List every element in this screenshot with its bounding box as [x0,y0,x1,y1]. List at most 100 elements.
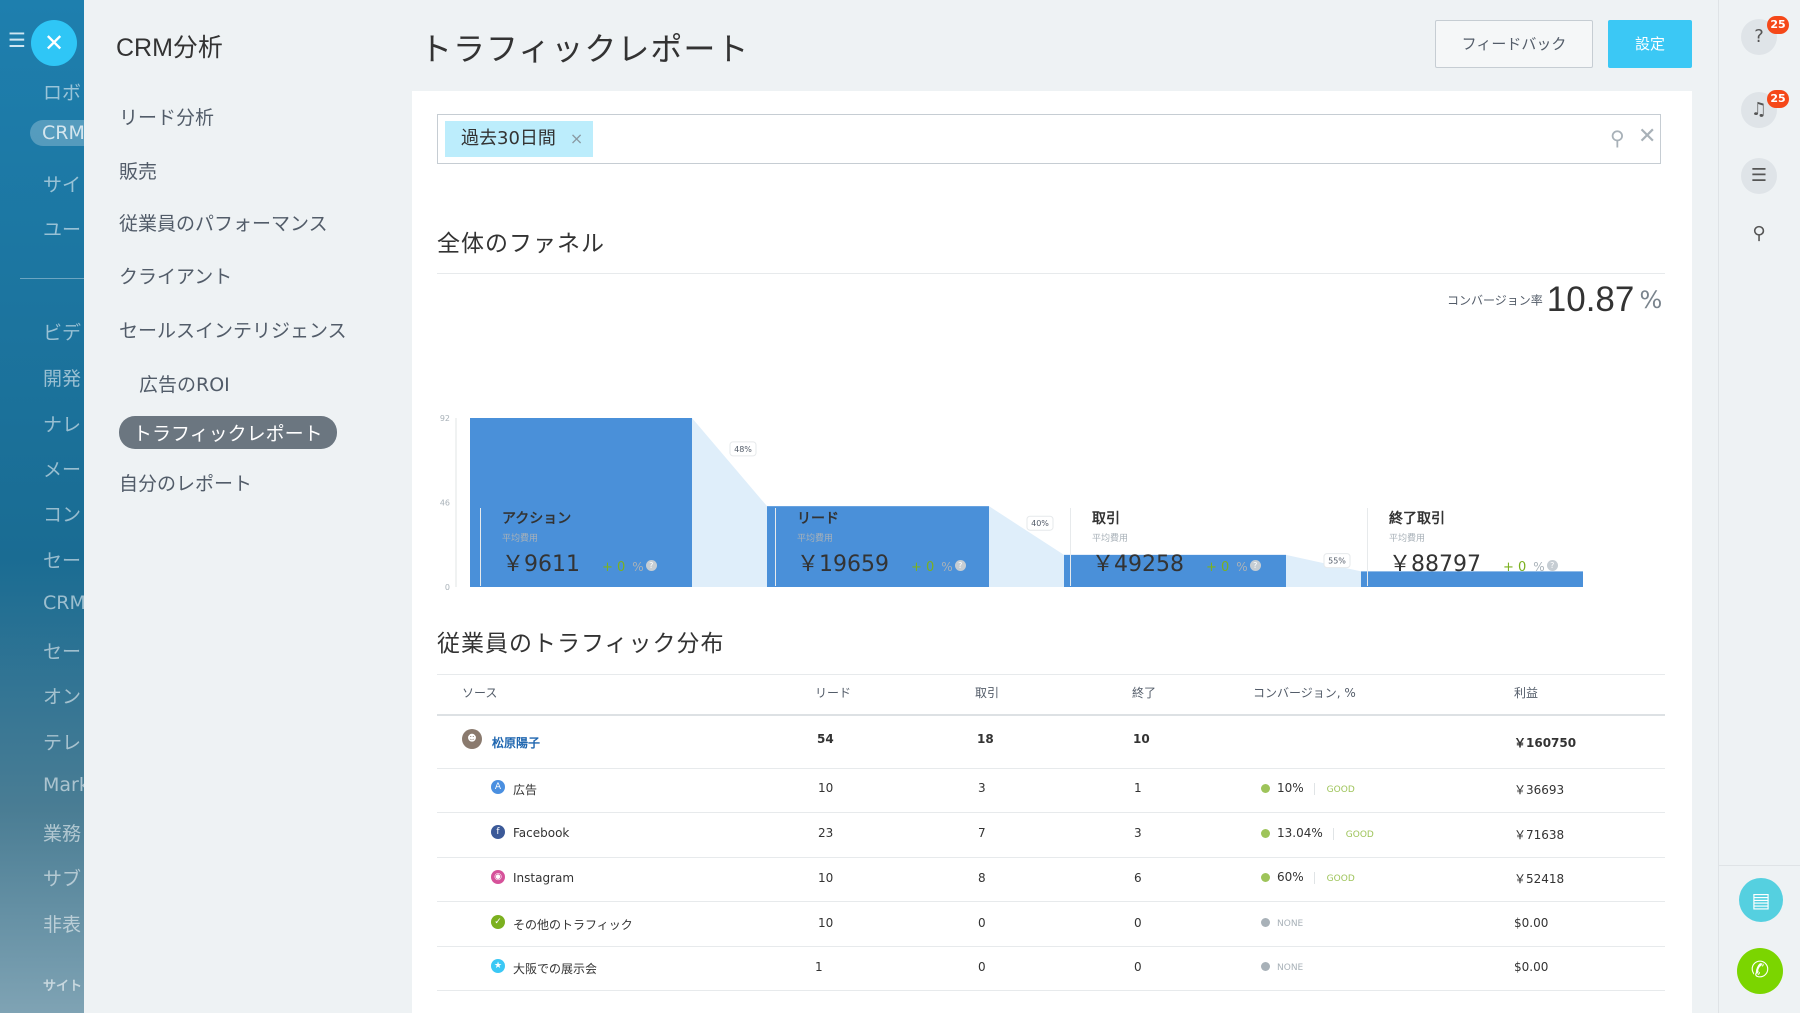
source-profit: ￥36693 [1514,783,1565,797]
source-closed: 1 [1134,781,1142,795]
menu-item-ad-roi[interactable]: 広告のROI [139,370,230,397]
source-leads: 10 [818,781,834,795]
menu-item-sales-intelligence[interactable]: セールスインテリジェンス [119,316,347,343]
stage-name: 終了取引 [1389,511,1445,527]
nav-item[interactable]: サイ [43,170,81,197]
report-panel: 過去30日間 × ⚲ ✕ 全体のファネル コンバージョン率 10.87 % 92 46… [412,91,1692,1013]
nav-item[interactable]: 業務 [43,819,81,846]
y-tick-label: 46 [440,499,450,508]
avatar: ☻ [462,729,482,749]
help-icon[interactable]: ? [1546,559,1558,571]
filter-bar[interactable]: 過去30日間 × ⚲ ✕ [437,114,1661,164]
header-leads[interactable]: リード [815,684,851,701]
chat-icon[interactable]: ☰ [1741,158,1777,194]
nav-item[interactable]: ナレ [43,410,81,437]
employee-name[interactable]: 松原陽子 [492,734,540,751]
grade-separator [1313,782,1315,795]
nav-item[interactable]: ユー [43,215,81,242]
header-conversion[interactable]: コンバージョン, % [1253,684,1356,701]
page-title: トラフィックレポート [420,30,750,68]
source-name: 大阪での展示会 [513,962,598,976]
app-navigation: ☰ ロボ CRM サイ ユー ビデ 開発 ナレ メー コン セー CRM セー … [0,0,84,1013]
help-badge: 25 [1767,16,1789,34]
nav-item[interactable]: Mark [43,774,84,796]
header-profit[interactable]: 利益 [1514,684,1538,701]
nav-item[interactable]: ビデ [43,318,81,345]
settings-button[interactable]: 設定 [1608,20,1692,68]
nav-item[interactable]: CRM [43,592,84,614]
nav-item[interactable]: セー [43,546,81,573]
grade-separator [1313,871,1315,884]
stage-amount-row: ￥19659 + 0 %? [797,546,1037,578]
facebook-icon: f [491,825,505,839]
nav-item[interactable]: メー [43,455,81,482]
menu-icon[interactable]: ☰ [8,30,28,50]
help-icon[interactable]: ? [645,559,657,571]
menu-item-sales[interactable]: 販売 [119,157,157,184]
status-dot [1261,962,1270,971]
clear-icon[interactable]: ✕ [1638,124,1656,149]
period-filter-chip[interactable]: 過去30日間 × [445,121,594,157]
ads-icon: A [491,780,505,794]
help-icon[interactable]: ? [1249,559,1261,571]
menu-item-my-reports[interactable]: 自分のレポート [119,469,252,496]
header-source[interactable]: ソース [462,684,497,701]
source-closed: 0 [1134,960,1142,974]
close-button[interactable]: ✕ [31,20,77,66]
phone-icon[interactable]: ✆ [1737,948,1783,994]
stage-amount: ￥88797 [1389,552,1481,577]
stage-amount-row: ￥49258 + 0 %? [1092,546,1332,578]
row-divider [437,990,1665,991]
employee-leads: 54 [817,732,834,746]
other-traffic-icon: ✓ [491,915,505,929]
nav-item[interactable]: サブ [43,864,81,891]
nav-item[interactable]: オン [43,682,81,709]
row-divider [437,901,1665,902]
source-leads: 23 [818,826,834,840]
header-deals[interactable]: 取引 [975,684,999,701]
funnel-title: 全体のファネル [437,231,605,257]
nav-item[interactable]: セー [43,637,81,664]
conversion-value: 13.04% [1277,826,1323,840]
menu-item-employee-performance[interactable]: 従業員のパフォーマンス [119,209,328,236]
stage-divider [1070,508,1071,586]
help-icon[interactable]: ? [954,559,966,571]
nav-item[interactable]: 非表 [43,910,81,937]
grade-badge: NONE [1277,963,1304,973]
nav-item[interactable]: ロボ [43,78,81,105]
nav-item[interactable]: コン [43,500,81,527]
search-icon[interactable]: ⚲ [1610,126,1625,150]
stage-summary-leads: リード 平均費用 ￥19659 + 0 %? [797,508,1037,578]
stage-divider [775,508,776,586]
menu-item-lead-analytics[interactable]: リード分析 [119,103,214,130]
employee-profit: ￥160750 [1514,736,1577,750]
nav-site-label[interactable]: サイト [43,975,82,994]
menu-title: CRM分析 [116,34,223,62]
nav-item-crm[interactable]: CRM [30,120,84,146]
status-dot [1261,918,1270,927]
source-conversion: 13.04% GOOD [1261,826,1374,840]
stage-divider [480,508,481,586]
analytics-menu: CRM分析 リード分析 販売 従業員のパフォーマンス クライアント セールスイン… [84,0,412,1013]
remove-filter-icon[interactable]: × [570,129,583,148]
row-divider [437,812,1665,813]
grade-badge: GOOD [1326,785,1355,795]
header-closed[interactable]: 終了 [1132,684,1156,701]
source-leads: 10 [818,871,834,885]
nav-item[interactable]: テレ [43,728,81,755]
stage-delta: + 0 [911,560,935,575]
document-icon[interactable]: ▤ [1739,878,1783,922]
stage-delta: + 0 [1206,560,1230,575]
menu-item-clients[interactable]: クライアント [119,262,232,289]
source-conversion: 60% GOOD [1261,870,1355,884]
employee-closed: 10 [1133,732,1150,746]
menu-item-traffic-report[interactable]: トラフィックレポート [119,416,337,449]
period-filter-label: 過去30日間 [461,128,556,149]
search-icon[interactable]: ⚲ [1741,216,1777,252]
status-dot [1261,829,1270,838]
nav-item[interactable]: 開発 [43,364,81,391]
feedback-button[interactable]: フィードバック [1435,20,1593,68]
stage-amount-row: ￥88797 + 0 %? [1389,546,1629,578]
source-profit: ￥71638 [1514,828,1565,842]
source-leads: 10 [818,916,834,930]
